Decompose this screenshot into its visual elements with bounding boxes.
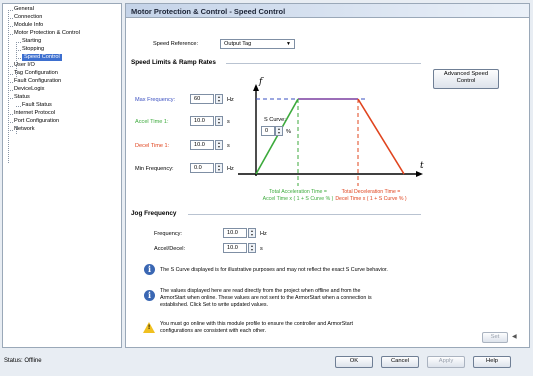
- accel-ramp-line: [255, 98, 299, 175]
- jog-frequency-spinner[interactable]: ▲ ▼: [248, 228, 256, 238]
- min-frequency-unit: Hz: [227, 166, 234, 172]
- ok-button[interactable]: OK: [335, 356, 373, 368]
- tree-line: [8, 34, 13, 35]
- min-frequency-spinner[interactable]: ▲ ▼: [215, 163, 223, 173]
- tree-line: [8, 10, 13, 11]
- tree-item-user-io[interactable]: User I/O: [14, 62, 35, 69]
- info-icon: i: [144, 264, 155, 275]
- jog-frequency-unit: Hz: [260, 231, 267, 237]
- accel-caption-line-1: Total Acceleration Time =: [269, 189, 327, 195]
- tree-line: [8, 82, 13, 83]
- tree-item-module-info[interactable]: Module Info: [14, 22, 43, 29]
- tree-item-network[interactable]: Network: [14, 126, 35, 133]
- tree-line: [8, 74, 13, 75]
- values-note-line-2: ArmorStart when online. These values are…: [160, 295, 372, 301]
- jog-accel-decel-unit: s: [260, 246, 263, 252]
- tree-line: [16, 106, 21, 107]
- jog-accel-decel-label: Accel/Decel:: [154, 246, 186, 252]
- tree-line: [8, 90, 13, 91]
- tree-item-speed-control[interactable]: Speed Control: [22, 54, 62, 61]
- tree-item-port-configuration[interactable]: Port Configuration: [14, 118, 59, 125]
- decel-time-unit: s: [227, 143, 230, 149]
- tree-line: [16, 50, 21, 51]
- cancel-button[interactable]: Cancel: [381, 356, 419, 368]
- help-button[interactable]: Help: [473, 356, 511, 368]
- decel-ramp-line: [357, 98, 405, 175]
- category-tree[interactable]: General Connection Module Info Motor Pro…: [2, 3, 122, 348]
- tree-item-fault-configuration[interactable]: Fault Configuration: [14, 78, 61, 85]
- speed-control-panel: Motor Protection & Control - Speed Contr…: [125, 3, 530, 348]
- tree-item-connection[interactable]: Connection: [14, 14, 42, 21]
- tree-item-stopping[interactable]: Stopping: [22, 46, 44, 53]
- t-axis-label: t: [420, 161, 424, 171]
- tree-line: [16, 42, 21, 43]
- apply-button[interactable]: Apply: [427, 356, 465, 368]
- jog-frequency-input[interactable]: 10.0: [223, 228, 247, 238]
- values-note-line-1: The values displayed here are read direc…: [160, 288, 361, 294]
- decel-caption-line-1: Total Deceleration Time =: [342, 189, 401, 195]
- pin-icon[interactable]: ◀: [512, 333, 517, 340]
- max-frequency-spinner[interactable]: ▲ ▼: [215, 94, 223, 104]
- tree-line: [8, 130, 13, 131]
- tree-item-devicelogix[interactable]: DeviceLogix: [14, 86, 44, 93]
- tree-line: [16, 58, 21, 59]
- accel-time-spinner[interactable]: ▲ ▼: [215, 116, 223, 126]
- decel-time-label: Decel Time 1:: [135, 143, 170, 149]
- section-divider: [188, 214, 421, 215]
- accel-caption-line-2: Accel Time x ( 1 + S Curve % ): [263, 196, 334, 202]
- tree-line: [8, 98, 13, 99]
- warning-note-line-1: You must go online with this module prof…: [160, 321, 353, 327]
- tree-line: [8, 66, 13, 67]
- tree-line: [8, 122, 13, 123]
- tree-item-fault-status[interactable]: Fault Status: [22, 102, 52, 109]
- decel-time-input[interactable]: 10.0: [190, 140, 214, 150]
- s-curve-note: The S Curve displayed is for illustrativ…: [160, 267, 388, 273]
- tree-line: [8, 10, 9, 163]
- max-frequency-unit: Hz: [227, 97, 234, 103]
- s-curve-spinner[interactable]: ▲ ▼: [275, 126, 283, 136]
- tree-item-motor-protection[interactable]: Motor Protection & Control: [14, 30, 80, 37]
- tree-line: [8, 18, 13, 19]
- tree-line: [8, 26, 13, 27]
- tree-line: [8, 114, 13, 115]
- jog-frequency-label: Frequency:: [154, 231, 182, 237]
- tree-item-internet-protocol[interactable]: Internet Protocol: [14, 110, 55, 117]
- accel-time-label: Accel Time 1:: [135, 119, 169, 125]
- values-note-line-3: established. Click Set to write updated …: [160, 302, 269, 308]
- set-button[interactable]: Set: [482, 332, 508, 343]
- s-curve-label: S Curve:: [264, 117, 286, 123]
- warning-note-line-2: configurations are consistent with each …: [160, 328, 266, 334]
- decel-time-spinner[interactable]: ▲ ▼: [215, 140, 223, 150]
- max-frequency-label: Max Frequency:: [135, 97, 176, 103]
- min-frequency-label: Min Frequency:: [135, 166, 174, 172]
- warning-icon: !: [143, 322, 155, 333]
- jog-accel-decel-input[interactable]: 10.0: [223, 243, 247, 253]
- tree-item-starting[interactable]: Starting: [22, 38, 41, 45]
- min-frequency-input[interactable]: 0.0: [190, 163, 214, 173]
- decel-caption-line-2: Decel Time x ( 1 + S Curve % ): [335, 196, 407, 202]
- jog-frequency-section-title: Jog Frequency: [131, 210, 177, 217]
- tree-item-tag-configuration[interactable]: Tag Configuration: [14, 70, 58, 77]
- max-frequency-input[interactable]: 60: [190, 94, 214, 104]
- jog-accel-decel-spinner[interactable]: ▲ ▼: [248, 243, 256, 253]
- accel-time-unit: s: [227, 119, 230, 125]
- s-curve-input[interactable]: 0: [261, 126, 275, 136]
- tree-item-status[interactable]: Status: [14, 94, 30, 101]
- s-curve-unit: %: [286, 129, 291, 135]
- info-icon: i: [144, 290, 155, 301]
- accel-time-input[interactable]: 10.0: [190, 116, 214, 126]
- status-text: Status: Offline: [4, 358, 42, 364]
- time-axis-arrow: [416, 171, 423, 177]
- f-axis-label: f: [258, 77, 264, 87]
- tree-item-general[interactable]: General: [14, 6, 34, 13]
